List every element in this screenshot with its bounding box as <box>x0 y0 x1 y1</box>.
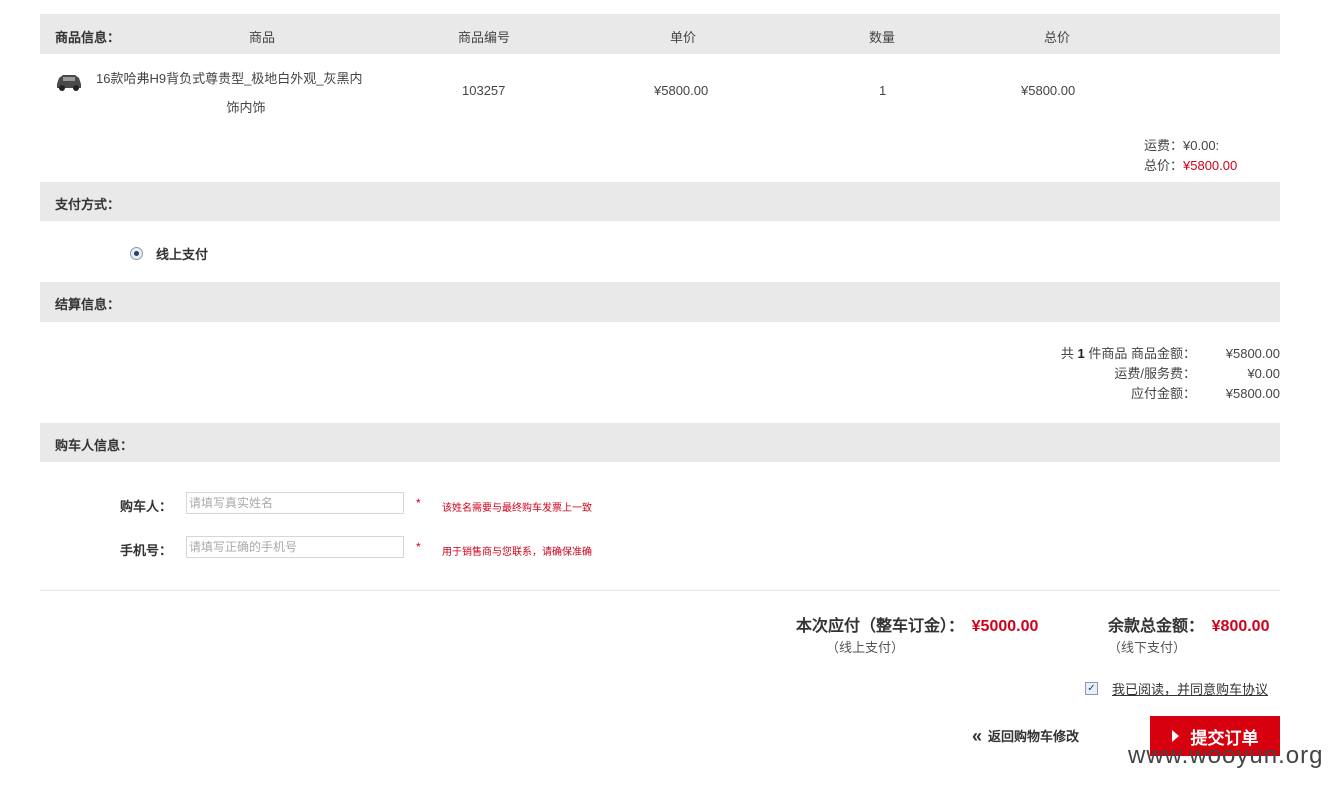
watermark: www.wooyun.org <box>1128 742 1324 769</box>
product-qty: 1 <box>879 83 887 98</box>
back-to-cart-label: 返回购物车修改 <box>988 729 1080 744</box>
buyer-bar: 购车人信息： <box>40 423 1280 462</box>
fee-label: 运费/服务费： <box>1114 366 1196 381</box>
buyer-title: 购车人信息： <box>55 438 134 453</box>
balance-value: ¥800.00 <box>1211 618 1270 635</box>
deposit-block: 本次应付（整车订金）： ¥5000.00 <box>796 612 1038 636</box>
buyer-phone-hint: 用于销售商与您联系，请确保准确 <box>442 547 592 558</box>
buyer-name-required-mark: * <box>416 496 421 510</box>
col-qty-header: 数量 <box>869 30 896 45</box>
fee-value: ¥0.00 <box>1247 366 1280 381</box>
payment-bar: 支付方式： <box>40 182 1280 221</box>
product-total: ¥5800.00 <box>1021 83 1076 98</box>
goods-amount-label: 件商品 商品金额： <box>1088 346 1196 361</box>
goods-amount-value: ¥5800.00 <box>1225 346 1280 361</box>
balance-label: 余款总金额： <box>1108 618 1205 635</box>
agreement-link[interactable]: 我已阅读，并同意购车协议 <box>1112 679 1268 698</box>
settlement-title: 结算信息： <box>55 297 121 312</box>
play-triangle-icon <box>1171 730 1179 742</box>
balance-note: （线下支付） <box>1108 640 1187 655</box>
section-divider <box>40 590 1280 591</box>
deposit-value: ¥5000.00 <box>971 618 1039 635</box>
col-code-header: 商品编号 <box>458 30 511 45</box>
shipping-label: 运费： <box>1144 138 1184 153</box>
settlement-labels: 共 1 件商品 商品金额： 运费/服务费： 应付金额： <box>1061 344 1196 404</box>
agreement-checkbox[interactable]: ✓ <box>1085 682 1098 695</box>
buyer-name-input[interactable] <box>186 492 404 514</box>
back-to-cart-link[interactable]: « 返回购物车修改 <box>972 726 1079 745</box>
payment-option-label: 线上支付 <box>156 247 209 262</box>
buyer-name-label: 购车人： <box>120 499 173 514</box>
product-row: 16款哈弗H9背负式尊贵型_极地白外观_灰黑内 饰内饰 103257 ¥5800… <box>40 54 1280 129</box>
deposit-note: （线上支付） <box>826 640 905 655</box>
settlement-values: ¥5800.00 ¥0.00 ¥5800.00 <box>1226 344 1280 404</box>
col-price-header: 单价 <box>670 30 697 45</box>
buyer-phone-label: 手机号： <box>120 543 173 558</box>
payment-title: 支付方式： <box>55 197 121 212</box>
payable-label: 应付金额： <box>1130 386 1196 401</box>
settlement-count-prefix: 共 <box>1060 346 1074 361</box>
buyer-phone-input[interactable] <box>186 536 404 558</box>
shipping-value: ¥0.00: <box>1183 138 1220 153</box>
product-price: ¥5800.00 <box>654 83 709 98</box>
settlement-bar: 结算信息： <box>40 282 1280 322</box>
double-chevron-left-icon: « <box>972 725 983 746</box>
product-code: 103257 <box>462 83 506 98</box>
product-info-title: 商品信息： <box>55 30 121 45</box>
buyer-name-hint: 该姓名需要与最终购车发票上一致 <box>442 503 592 514</box>
settlement-count: 1 <box>1077 346 1085 361</box>
payable-value: ¥5800.00 <box>1225 386 1280 401</box>
product-name-line2: 饰内饰 <box>226 100 266 115</box>
total-label: 总价： <box>1144 158 1184 173</box>
order-summary: 运费：¥0.00: 总价：¥5800.00 <box>1144 136 1237 176</box>
col-total-header: 总价 <box>1044 30 1071 45</box>
buyer-phone-required-mark: * <box>416 540 421 554</box>
product-name-line1: 16款哈弗H9背负式尊贵型_极地白外观_灰黑内 <box>96 71 363 86</box>
col-product-header: 商品 <box>249 30 276 45</box>
deposit-label: 本次应付（整车订金）： <box>796 618 965 635</box>
payment-option-online[interactable]: 线上支付 <box>130 244 208 263</box>
order-header-bar: 商品信息： 商品 商品编号 单价 数量 总价 <box>40 14 1280 54</box>
agreement-row[interactable]: ✓ 我已阅读，并同意购车协议 <box>1085 679 1268 698</box>
car-thumbnail-icon[interactable] <box>54 70 84 92</box>
product-name[interactable]: 16款哈弗H9背负式尊贵型_极地白外观_灰黑内 饰内饰 <box>96 70 396 117</box>
balance-block: 余款总金额： ¥800.00 <box>1108 612 1269 636</box>
radio-selected-icon[interactable] <box>130 247 143 260</box>
total-value: ¥5800.00 <box>1183 158 1238 173</box>
